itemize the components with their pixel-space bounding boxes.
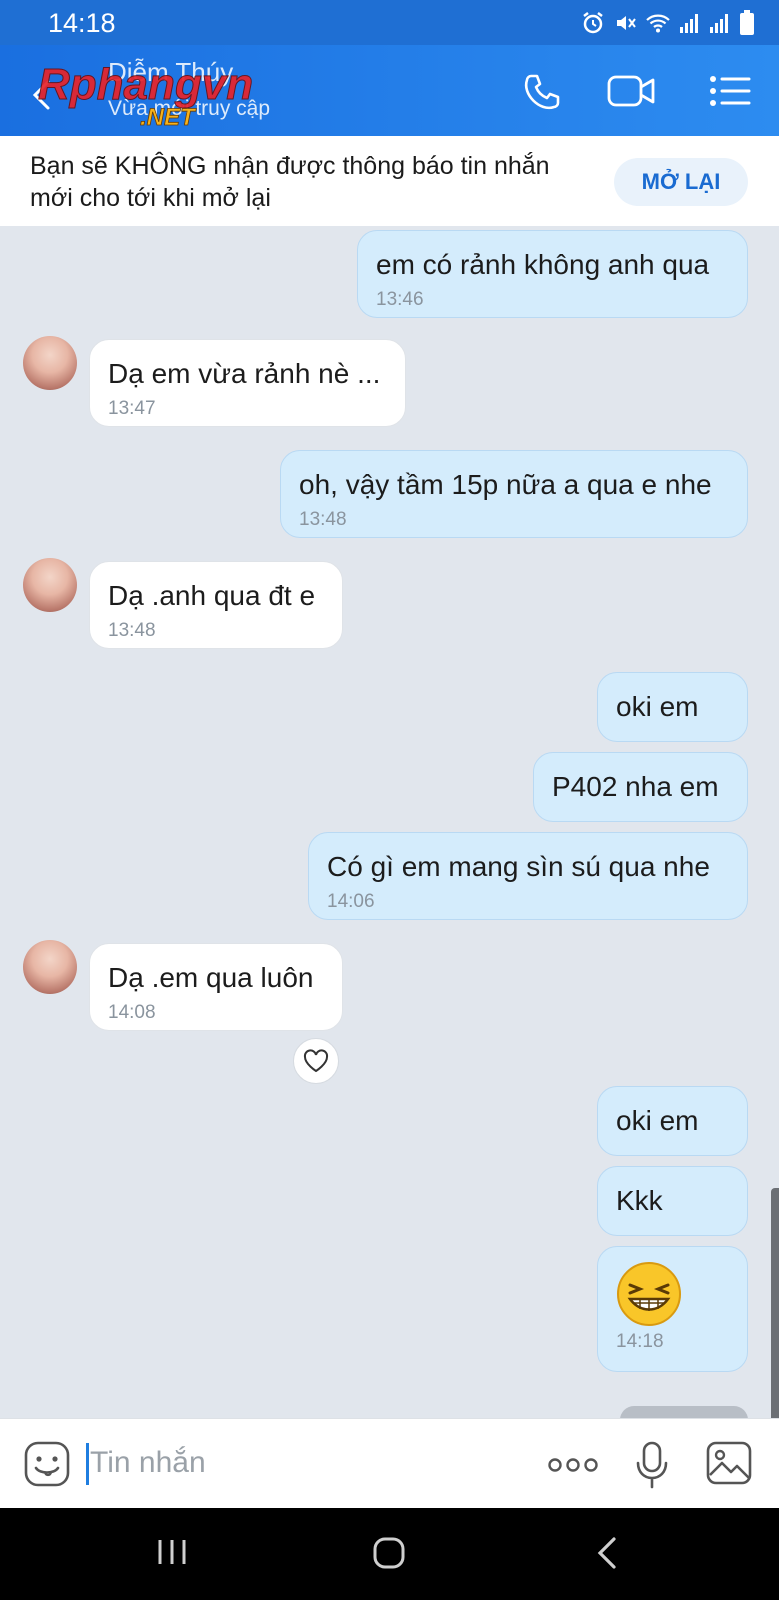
contact-avatar[interactable] (23, 336, 77, 390)
scroll-indicator[interactable] (771, 1188, 779, 1418)
message-text: Kkk (616, 1185, 663, 1216)
microphone-icon[interactable] (634, 1441, 670, 1489)
svg-text:.NET: .NET (140, 104, 197, 129)
phone-call-button[interactable] (518, 67, 566, 115)
signal-icon-2 (710, 14, 728, 33)
contact-avatar[interactable] (23, 940, 77, 994)
image-icon[interactable] (706, 1441, 752, 1485)
back-nav-icon[interactable] (596, 1536, 618, 1570)
grinning-squint-emoji (617, 1262, 681, 1326)
mute-notice-banner: Bạn sẽ KHÔNG nhận được thông báo tin nhắ… (0, 136, 779, 226)
message-text: oki em (616, 1105, 699, 1136)
message-time: 13:48 (108, 620, 156, 641)
sticker-icon[interactable] (24, 1441, 70, 1487)
message-time: 14:18 (616, 1331, 664, 1352)
status-time: 14:18 (48, 8, 116, 38)
message-time: 13:48 (299, 509, 347, 530)
message-time: 13:47 (108, 398, 156, 419)
message-text: Dạ .anh qua đt e (108, 580, 316, 611)
more-options-icon[interactable] (548, 1457, 598, 1473)
message-time: 14:06 (327, 891, 375, 912)
message-text: oki em (616, 691, 699, 722)
message-bubble-outgoing[interactable]: Kkk (597, 1166, 748, 1236)
message-bubble-outgoing[interactable]: Có gì em mang sìn sú qua nhe 14:06 (308, 832, 748, 920)
text-caret (86, 1443, 89, 1485)
message-list[interactable]: em có rảnh không anh qua 13:46 Dạ em vừa… (0, 226, 779, 1418)
chat-options-button[interactable] (706, 67, 754, 115)
watermark-logo: Rphangvn .NET (38, 60, 254, 130)
status-icons (581, 10, 755, 36)
message-bubble-incoming[interactable]: Dạ .em qua luôn 14:08 (89, 943, 343, 1031)
message-bubble-peek (620, 1406, 748, 1418)
message-text: P402 nha em (552, 771, 719, 802)
message-text: Có gì em mang sìn sú qua nhe (327, 851, 710, 882)
video-call-button[interactable] (604, 67, 660, 115)
mute-notice-text: Bạn sẽ KHÔNG nhận được thông báo tin nhắ… (30, 152, 550, 212)
message-bubble-outgoing[interactable]: oki em (597, 672, 748, 742)
contact-avatar[interactable] (23, 558, 77, 612)
wifi-icon (646, 14, 670, 33)
video-call-icon (607, 75, 655, 107)
message-bubble-outgoing[interactable]: em có rảnh không anh qua 13:46 (357, 230, 748, 318)
menu-list-icon (710, 76, 751, 106)
status-bar: 14:18 (0, 0, 779, 45)
message-bubble-incoming[interactable]: Dạ em vừa rảnh nè ... 13:47 (89, 339, 406, 427)
message-bubble-incoming[interactable]: Dạ .anh qua đt e 13:48 (89, 561, 343, 649)
mute-icon (617, 16, 636, 30)
message-input-bar (0, 1418, 779, 1508)
message-bubble-outgoing[interactable]: oh, vậy tầm 15p nữa a qua e nhe 13:48 (280, 450, 748, 538)
svg-text:Rphangvn: Rphangvn (38, 60, 253, 109)
message-text: Dạ .em qua luôn (108, 962, 314, 993)
message-input[interactable] (90, 1439, 510, 1487)
message-bubble-outgoing[interactable]: 14:18 (597, 1246, 748, 1372)
battery-icon (740, 10, 754, 35)
message-text: oh, vậy tầm 15p nữa a qua e nhe (299, 469, 712, 500)
home-icon[interactable] (372, 1536, 406, 1570)
heart-icon (303, 1049, 329, 1073)
react-heart-button[interactable] (293, 1038, 339, 1084)
chat-header: Diễm Thúy Vừa mới truy cập Rphangvn .NET (0, 45, 779, 136)
message-bubble-outgoing[interactable]: P402 nha em (533, 752, 748, 822)
phone-icon (524, 74, 560, 110)
message-bubble-outgoing[interactable]: oki em (597, 1086, 748, 1156)
reopen-notifications-button[interactable]: MỞ LẠI (614, 158, 748, 206)
system-nav-bar (0, 1508, 779, 1600)
signal-icon (680, 14, 698, 33)
recent-apps-icon[interactable] (156, 1536, 188, 1568)
message-time: 13:46 (376, 289, 424, 310)
alarm-icon (583, 12, 603, 34)
message-text: em có rảnh không anh qua (376, 249, 710, 280)
message-text: Dạ em vừa rảnh nè ... (108, 358, 381, 389)
message-time: 14:08 (108, 1002, 156, 1023)
